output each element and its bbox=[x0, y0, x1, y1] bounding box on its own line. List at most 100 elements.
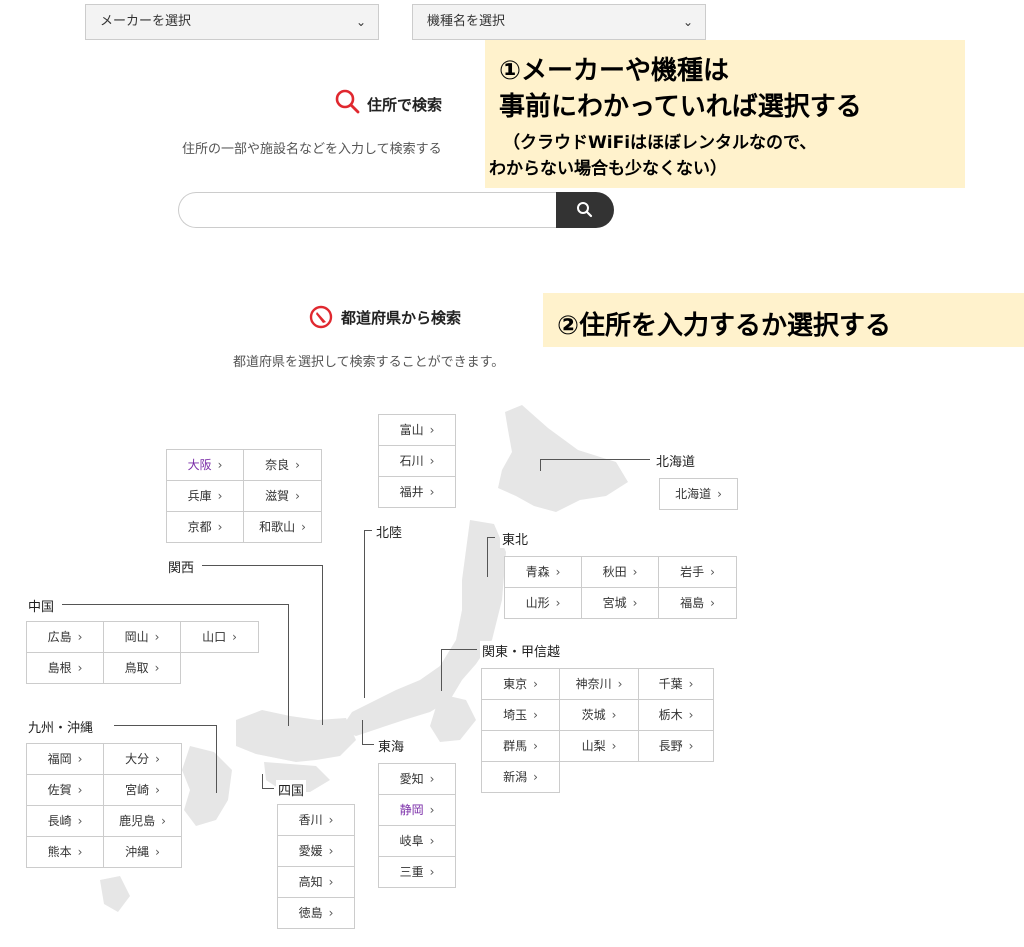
prefecture-link[interactable]: 石川 › bbox=[379, 446, 456, 477]
chevron-right-icon: › bbox=[632, 596, 638, 610]
prefecture-name: 大分 bbox=[125, 752, 150, 766]
prefecture-link[interactable]: 福岡 › bbox=[27, 744, 104, 775]
chevron-right-icon: › bbox=[328, 844, 334, 858]
chevron-right-icon: › bbox=[611, 708, 617, 722]
prefecture-link[interactable]: 徳島 › bbox=[278, 898, 355, 929]
prefecture-link[interactable]: 山口 › bbox=[181, 622, 259, 653]
prefecture-grid-kansai: 大阪 › 奈良 › 兵庫 › 滋賀 › 京都 › 和歌山 › bbox=[166, 449, 322, 543]
prefecture-link[interactable]: 鹿児島 › bbox=[104, 806, 182, 837]
prefecture-link[interactable]: 北海道 › bbox=[660, 479, 738, 510]
prefecture-name: 神奈川 bbox=[575, 677, 612, 691]
prefecture-link[interactable]: 青森 › bbox=[505, 557, 582, 588]
prefecture-link[interactable]: 群馬 › bbox=[482, 731, 560, 762]
chevron-right-icon: › bbox=[328, 906, 334, 920]
prefecture-name: 香川 bbox=[298, 813, 323, 827]
prefecture-name: 北海道 bbox=[675, 487, 712, 501]
prefecture-name: 徳島 bbox=[298, 906, 323, 920]
chevron-right-icon: › bbox=[533, 739, 538, 753]
chevron-right-icon: › bbox=[217, 489, 223, 503]
chevron-right-icon: › bbox=[429, 803, 435, 817]
prefecture-name: 熊本 bbox=[47, 845, 72, 859]
prefecture-name: 長野 bbox=[658, 739, 683, 753]
prefecture-name: 宮崎 bbox=[125, 783, 150, 797]
prefecture-name: 新潟 bbox=[503, 770, 528, 784]
prefecture-grid-chugoku: 広島 › 岡山 › 山口 › 島根 › 鳥取 › bbox=[26, 621, 259, 684]
prefecture-name: 福岡 bbox=[47, 752, 72, 766]
region-label-kansai: 関西 bbox=[166, 557, 197, 576]
prefecture-link[interactable]: 京都 › bbox=[167, 512, 244, 543]
prefecture-link[interactable]: 富山 › bbox=[379, 415, 456, 446]
prefecture-link[interactable]: 岩手 › bbox=[659, 557, 737, 588]
prefecture-link[interactable]: 千葉 › bbox=[639, 669, 714, 700]
prefecture-name: 宮城 bbox=[602, 596, 627, 610]
prefecture-link[interactable]: 東京 › bbox=[482, 669, 560, 700]
prefecture-name: 静岡 bbox=[399, 803, 424, 817]
chevron-right-icon: › bbox=[688, 739, 694, 753]
prefecture-link[interactable]: 愛媛 › bbox=[278, 836, 355, 867]
prefecture-name: 鹿児島 bbox=[119, 814, 156, 828]
prefecture-link[interactable]: 大分 › bbox=[104, 744, 182, 775]
prefecture-link[interactable]: 沖縄 › bbox=[104, 837, 182, 868]
prefecture-link[interactable]: 長野 › bbox=[639, 731, 714, 762]
prefecture-link[interactable]: 新潟 › bbox=[482, 762, 560, 793]
prefecture-link[interactable]: 兵庫 › bbox=[167, 481, 244, 512]
prefecture-link[interactable]: 福井 › bbox=[379, 477, 456, 508]
chevron-right-icon: › bbox=[533, 677, 538, 691]
prefecture-link[interactable]: 和歌山 › bbox=[244, 512, 322, 543]
prefecture-link[interactable]: 茨城 › bbox=[560, 700, 639, 731]
prefecture-link[interactable]: 秋田 › bbox=[582, 557, 659, 588]
prefecture-link[interactable]: 長崎 › bbox=[27, 806, 104, 837]
prefecture-link[interactable]: 香川 › bbox=[278, 805, 355, 836]
region-label-tohoku: 東北 bbox=[500, 529, 531, 548]
prefecture-link[interactable]: 山形 › bbox=[505, 588, 582, 619]
prefecture-name: 岡山 bbox=[124, 630, 149, 644]
prefecture-link[interactable]: 滋賀 › bbox=[244, 481, 322, 512]
prefecture-link[interactable]: 三重 › bbox=[379, 857, 456, 888]
prefecture-link[interactable]: 奈良 › bbox=[244, 450, 322, 481]
region-label-kanto: 関東・甲信越 bbox=[480, 641, 563, 660]
prefecture-link[interactable]: 宮崎 › bbox=[104, 775, 182, 806]
chevron-right-icon: › bbox=[429, 772, 435, 786]
prefecture-name: 三重 bbox=[399, 865, 424, 879]
prefecture-link[interactable]: 福島 › bbox=[659, 588, 737, 619]
prefecture-link[interactable]: 佐賀 › bbox=[27, 775, 104, 806]
prefecture-link[interactable]: 大阪 › bbox=[167, 450, 244, 481]
prefecture-link[interactable]: 神奈川 › bbox=[560, 669, 639, 700]
chevron-right-icon: › bbox=[555, 565, 561, 579]
chevron-right-icon: › bbox=[161, 814, 166, 828]
chevron-right-icon: › bbox=[217, 458, 223, 472]
prefecture-link[interactable]: 広島 › bbox=[27, 622, 104, 653]
prefecture-link[interactable]: 岐阜 › bbox=[379, 826, 456, 857]
prefecture-name: 佐賀 bbox=[47, 783, 72, 797]
chevron-right-icon: › bbox=[429, 423, 435, 437]
prefecture-name: 山梨 bbox=[581, 739, 606, 753]
chevron-right-icon: › bbox=[232, 630, 237, 644]
prefecture-link[interactable]: 愛知 › bbox=[379, 764, 456, 795]
prefecture-name: 秋田 bbox=[602, 565, 627, 579]
chevron-right-icon: › bbox=[710, 565, 715, 579]
prefecture-link[interactable]: 宮城 › bbox=[582, 588, 659, 619]
prefecture-link[interactable]: 高知 › bbox=[278, 867, 355, 898]
prefecture-link[interactable]: 熊本 › bbox=[27, 837, 104, 868]
prefecture-link[interactable]: 鳥取 › bbox=[104, 653, 181, 684]
chevron-right-icon: › bbox=[688, 677, 694, 691]
prefecture-link[interactable]: 栃木 › bbox=[639, 700, 714, 731]
prefecture-grid-hokkaido: 北海道 › bbox=[659, 478, 738, 510]
chevron-right-icon: › bbox=[328, 813, 334, 827]
prefecture-name: 愛知 bbox=[399, 772, 424, 786]
prefecture-link[interactable]: 島根 › bbox=[27, 653, 104, 684]
prefecture-link[interactable]: 埼玉 › bbox=[482, 700, 560, 731]
prefecture-name: 大阪 bbox=[187, 458, 212, 472]
chevron-right-icon: › bbox=[611, 739, 617, 753]
chevron-right-icon: › bbox=[429, 485, 435, 499]
prefecture-link[interactable]: 岡山 › bbox=[104, 622, 181, 653]
chevron-right-icon: › bbox=[533, 708, 538, 722]
prefecture-name: 奈良 bbox=[265, 458, 290, 472]
prefecture-link[interactable]: 静岡 › bbox=[379, 795, 456, 826]
prefecture-link[interactable]: 山梨 › bbox=[560, 731, 639, 762]
prefecture-name: 島根 bbox=[47, 661, 72, 675]
prefecture-grid-shikoku: 香川 › 愛媛 › 高知 › 徳島 › bbox=[277, 804, 355, 929]
prefecture-grid-kyushu: 福岡 › 大分 › 佐賀 › 宮崎 › 長崎 › 鹿児島 › 熊本 › 沖縄 › bbox=[26, 743, 182, 868]
prefecture-name: 群馬 bbox=[503, 739, 528, 753]
chevron-right-icon: › bbox=[217, 520, 223, 534]
